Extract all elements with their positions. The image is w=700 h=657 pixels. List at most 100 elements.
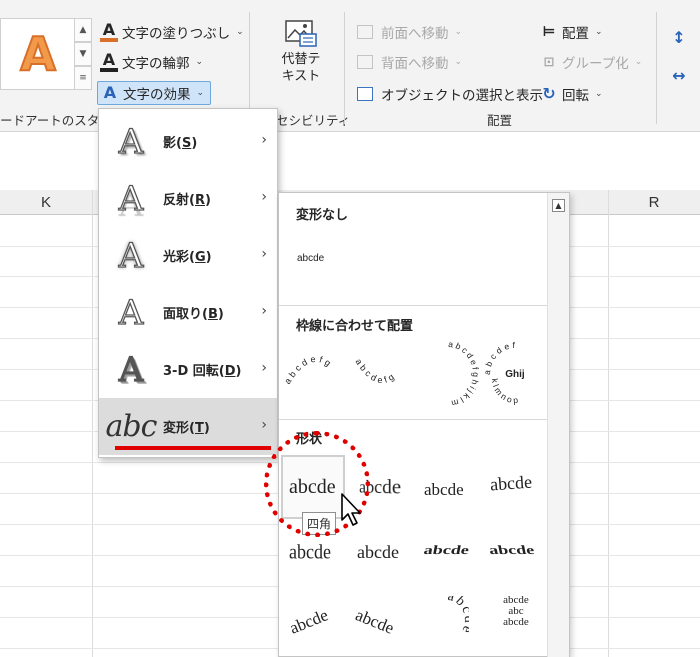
gallery-scrollbar[interactable]: ▲ (547, 193, 569, 657)
align-button[interactable]: ⊨ 配置 ⌄ (540, 22, 603, 42)
alt-text-button[interactable]: 代替テ キスト (276, 18, 326, 85)
ribbon-separator (656, 12, 657, 124)
rotate-button[interactable]: ↻ 回転 ⌄ (540, 84, 603, 105)
menu-item-glow[interactable]: A 光彩(G) › (99, 227, 277, 284)
chevron-down-icon: ⌄ (454, 57, 463, 67)
chevron-down-icon: ⌄ (236, 27, 244, 37)
chevron-right-icon: › (261, 132, 267, 148)
warp-ring-inside-option[interactable]: abcde (357, 543, 399, 561)
accessibility-group-label: セシビリティ (276, 113, 351, 128)
alt-text-label-1: 代替テ (281, 52, 321, 67)
alt-text-label-2: キスト (281, 69, 321, 84)
arrange-group-label: 配置 (487, 113, 513, 128)
circle-option[interactable]: abcdefghijklm (417, 341, 479, 407)
bevel-icon: A (118, 292, 144, 333)
chevron-down-icon: ⌄ (595, 89, 603, 99)
height-icon[interactable]: ↕ (670, 30, 688, 46)
menu-item-bevel[interactable]: A 面取り(B) › (99, 284, 277, 341)
chevron-down-icon: ⌄ (634, 57, 643, 67)
svg-text:klmnop: klmnop (490, 378, 521, 405)
send-backward-icon (357, 55, 373, 69)
svg-text:abcde: abcde (446, 596, 469, 637)
section-separator (279, 419, 547, 420)
gallery-down-icon[interactable]: ▼ (74, 42, 92, 66)
mouse-cursor-icon (341, 493, 361, 526)
3d-rotation-accel: D (224, 364, 236, 379)
chevron-right-icon: › (261, 189, 267, 205)
warp-chevron-inverted-option[interactable]: abcde (289, 542, 331, 562)
column-header-r[interactable]: R (608, 190, 700, 215)
gallery-more-icon[interactable]: ≡ (74, 66, 92, 90)
reflection-icon: A (118, 178, 144, 219)
arch-down-option[interactable]: abcdefg (349, 343, 415, 403)
circle-text: abcdefghijklm (448, 341, 479, 407)
svg-text:abcdefghijklm: abcdefghijklm (448, 341, 479, 407)
chevron-down-icon: ⌄ (454, 27, 463, 37)
bring-forward-icon (357, 25, 373, 39)
shadow-accel: S (181, 136, 192, 151)
no-transform-option[interactable]: abcde (297, 254, 324, 264)
chevron-down-icon: ⌄ (595, 27, 603, 37)
send-backward-button[interactable]: 背面へ移動 ⌄ (357, 52, 462, 72)
arch-up-option[interactable]: abcdefg (283, 343, 349, 393)
selection-pane-button[interactable]: オブジェクトの選択と表示 (357, 84, 543, 104)
warp-circle-text: abcde (446, 596, 469, 637)
transform-label: 変形 (163, 421, 190, 436)
width-icon[interactable]: ↔ (670, 68, 688, 84)
text-fill-icon: A (100, 22, 118, 42)
warp-button-option[interactable]: abcde (425, 596, 469, 644)
bevel-accel: B (207, 307, 218, 322)
column-header-k[interactable]: K (0, 190, 92, 215)
warp-triangle-inverted-option[interactable]: abcde (424, 481, 464, 498)
3d-rotation-icon: A (118, 349, 144, 390)
ribbon-separator (344, 12, 345, 124)
bevel-label: 面取り (163, 307, 203, 322)
shadow-label: 影 (163, 136, 177, 151)
warp-stack-option[interactable]: abcde abc abcde (491, 595, 541, 628)
wordart-style-sample: A (19, 27, 57, 81)
warp-chevron-option[interactable]: abcde (489, 472, 532, 495)
warp-ring-outside-option[interactable]: abcde (423, 543, 471, 557)
svg-text:abcdefg: abcdefg (353, 357, 398, 385)
button-option[interactable]: abcdef Ghij klmnop (484, 341, 546, 407)
warp-circle-option[interactable]: abcde (353, 605, 397, 637)
gallery-up-icon[interactable]: ▲ (74, 18, 92, 42)
shadow-icon: A (118, 121, 144, 162)
menu-item-3d-rotation[interactable]: A 3-D 回転(D) › (99, 341, 277, 398)
selection-pane-label: オブジェクトの選択と表示 (381, 88, 543, 104)
warp-arch-down-option[interactable]: abcde (287, 605, 331, 637)
button-inner-text: Ghij (505, 369, 525, 380)
section-separator (279, 305, 547, 306)
menu-item-shadow[interactable]: A 影(S) › (99, 113, 277, 170)
text-effects-menu: A 影(S) › A 反射(R) › A 光彩(G) › A 面取り(B) › … (98, 108, 278, 458)
rotate-label: 回転 (562, 88, 589, 104)
align-label: 配置 (562, 26, 589, 42)
alt-text-icon (285, 20, 317, 47)
transform-accel: T (194, 421, 204, 436)
align-icon: ⊨ (542, 24, 556, 40)
chevron-right-icon: › (261, 303, 267, 319)
arch-down-text: abcdefg (353, 357, 395, 385)
scroll-up-icon[interactable]: ▲ (552, 199, 565, 212)
wordart-style-gallery[interactable]: A (0, 18, 76, 90)
reflection-label: 反射 (163, 193, 190, 208)
rotate-icon: ↻ (542, 84, 556, 103)
text-effects-label: 文字の効果 (123, 87, 191, 103)
text-outline-label: 文字の輪郭 (122, 56, 190, 72)
text-effects-button[interactable]: A 文字の効果 ⌄ (97, 81, 212, 105)
chevron-right-icon: › (261, 246, 267, 262)
chevron-down-icon: ⌄ (196, 88, 205, 98)
selection-pane-icon (357, 87, 373, 101)
warp-arch-option[interactable]: abcde (488, 543, 536, 557)
menu-item-reflection[interactable]: A 反射(R) › (99, 170, 277, 227)
glow-accel: G (194, 250, 206, 265)
button-lower-text: klmnop (490, 378, 519, 405)
bring-forward-label: 前面へ移動 (381, 26, 449, 42)
3d-rotation-label: 3-D 回転 (163, 364, 219, 379)
group-icon: ⊡ (543, 54, 555, 70)
group-label: グループ化 (562, 56, 629, 72)
bring-forward-button[interactable]: 前面へ移動 ⌄ (357, 22, 462, 42)
text-outline-button[interactable]: A 文字の輪郭 ⌄ (100, 52, 203, 72)
text-fill-button[interactable]: A 文字の塗りつぶし ⌄ (100, 22, 244, 42)
group-button[interactable]: ⊡ グループ化 ⌄ (540, 52, 643, 73)
